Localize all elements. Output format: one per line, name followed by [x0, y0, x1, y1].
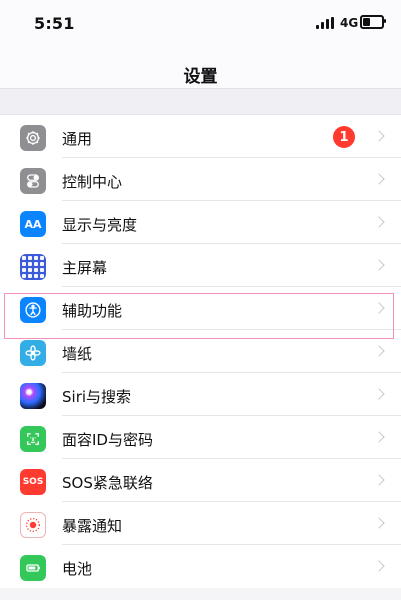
settings-item-label: Siri与搜索 [62, 388, 132, 406]
settings-item-label: 电池 [62, 560, 93, 578]
settings-item-battery[interactable]: 电池 [0, 545, 401, 588]
network-label: 4G [340, 16, 359, 30]
settings-list: 通用 1 控制中心 AA 显示与亮度 主屏幕 辅助功能 墙纸 Siri与搜索 面… [0, 114, 401, 588]
accessibility-icon [20, 297, 46, 323]
settings-item-exposure-notifications[interactable]: 暴露通知 [0, 502, 401, 545]
settings-item-wallpaper[interactable]: 墙纸 [0, 330, 401, 373]
navigation-bar: 设置 [0, 48, 401, 89]
battery-setting-icon [20, 555, 46, 581]
chevron-right-icon [375, 559, 383, 573]
gear-icon [20, 125, 46, 151]
chevron-right-icon [375, 129, 383, 143]
page-title: 设置 [183, 67, 218, 87]
settings-item-label: 暴露通知 [62, 517, 123, 535]
settings-item-accessibility[interactable]: 辅助功能 [0, 287, 401, 330]
status-time: 5:51 [34, 14, 75, 33]
chevron-right-icon [375, 516, 383, 530]
chevron-right-icon [375, 430, 383, 444]
exposure-icon [20, 512, 46, 538]
settings-item-label: 主屏幕 [62, 259, 108, 277]
aa-icon: AA [20, 211, 46, 237]
chevron-right-icon [375, 344, 383, 358]
chevron-right-icon [375, 301, 383, 315]
settings-item-label: 墙纸 [62, 345, 93, 363]
settings-item-label: SOS紧急联络 [62, 474, 153, 492]
signal-bars-icon [316, 17, 334, 29]
settings-item-control-center[interactable]: 控制中心 [0, 158, 401, 201]
chevron-right-icon [375, 172, 383, 186]
settings-item-label: 通用 [62, 130, 93, 148]
battery-icon [360, 15, 384, 29]
battery-cap-icon [384, 19, 386, 23]
face-id-icon [20, 426, 46, 452]
home-screen-icon [20, 254, 46, 280]
chevron-right-icon [375, 258, 383, 272]
settings-item-display-brightness[interactable]: AA 显示与亮度 [0, 201, 401, 244]
settings-item-label: 面容ID与密码 [62, 431, 153, 449]
status-bar: 5:51 4G [0, 0, 401, 48]
siri-icon [20, 383, 46, 409]
settings-item-general[interactable]: 通用 1 [0, 115, 401, 158]
chevron-right-icon [375, 215, 383, 229]
flower-icon [20, 340, 46, 366]
battery-level-fill [363, 18, 371, 26]
section-spacer [0, 89, 401, 114]
chevron-right-icon [375, 387, 383, 401]
settings-item-label: 控制中心 [62, 173, 123, 191]
settings-item-home-screen[interactable]: 主屏幕 [0, 244, 401, 287]
settings-item-label: 显示与亮度 [62, 216, 138, 234]
control-center-icon [20, 168, 46, 194]
settings-item-siri-search[interactable]: Siri与搜索 [0, 373, 401, 416]
settings-item-emergency-sos[interactable]: SOS SOS紧急联络 [0, 459, 401, 502]
notification-badge: 1 [333, 126, 355, 148]
settings-item-face-id-passcode[interactable]: 面容ID与密码 [0, 416, 401, 459]
sos-icon: SOS [20, 469, 46, 495]
chevron-right-icon [375, 473, 383, 487]
settings-item-label: 辅助功能 [62, 302, 123, 320]
